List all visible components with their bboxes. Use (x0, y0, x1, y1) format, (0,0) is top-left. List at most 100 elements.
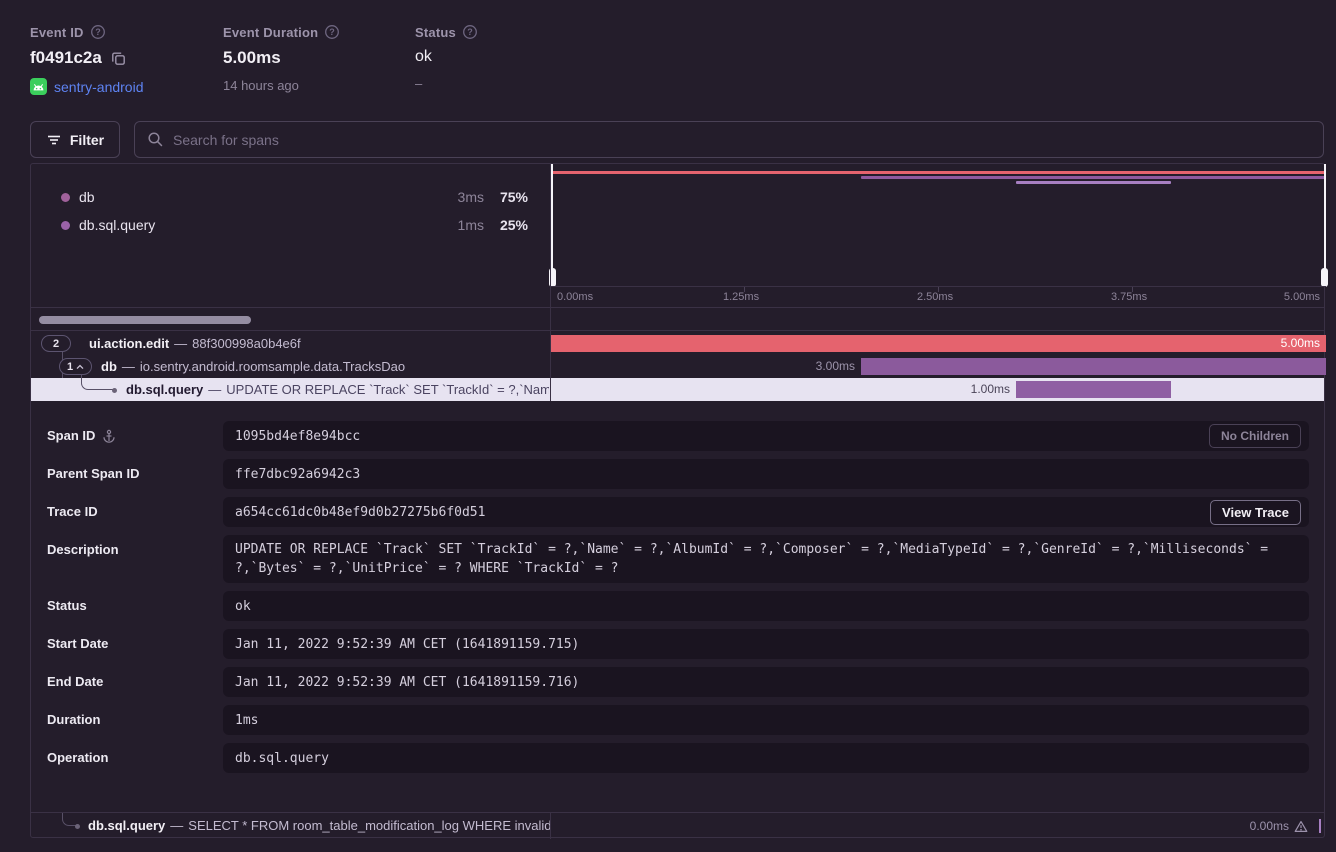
legend-op-name: db.sql.query (79, 217, 155, 233)
event-id-block: Event ID ? f0491c2a (30, 24, 144, 95)
event-id-label: Event ID (30, 25, 84, 40)
span-bar[interactable] (551, 335, 1326, 352)
help-icon[interactable]: ? (324, 24, 340, 40)
span-row-title: db—io.sentry.android.roomsample.data.Tra… (101, 355, 549, 378)
detail-label-end-date: End Date (47, 667, 103, 697)
waterfall-header-zone: db 3ms 75% db.sql.query 1ms 25% (31, 164, 1324, 308)
view-trace-button[interactable]: View Trace (1210, 500, 1301, 525)
project-link[interactable]: sentry-android (54, 79, 144, 95)
op-color-dot (61, 221, 70, 230)
detail-label-parent-span-id: Parent Span ID (47, 459, 139, 489)
detail-label-operation: Operation (47, 743, 108, 773)
duration-value-box: 1ms (223, 705, 1309, 735)
event-id-value: f0491c2a (30, 48, 102, 68)
filter-button[interactable]: Filter (30, 121, 120, 158)
time-axis: 0.00ms 1.25ms 2.50ms 3.75ms 5.00ms (551, 286, 1326, 308)
footer-divider (550, 813, 551, 839)
legend-duration: 1ms (424, 217, 484, 233)
span-id-value-box: 1095bd4ef8e94bcc No Children (223, 421, 1309, 451)
zero-duration-marker (1319, 819, 1321, 833)
span-row-footer-query[interactable]: db.sql.query—SELECT * FROM room_table_mo… (31, 812, 1324, 838)
help-icon[interactable]: ? (462, 24, 478, 40)
span-details-section: Span ID 1095bd4ef8e94bcc No Children Par… (31, 401, 1324, 812)
legend-item-db: db 3ms 75% (31, 185, 550, 209)
detail-label-status: Status (47, 591, 87, 621)
children-count-badge-collapsible[interactable]: 1 (59, 358, 92, 375)
status-label: Status (415, 25, 456, 40)
span-duration-label: 0.00ms (1250, 813, 1308, 839)
span-duration-label: 5.00ms (1281, 332, 1320, 355)
detail-label-start-date: Start Date (47, 629, 108, 659)
end-date-value-box: Jan 11, 2022 9:52:39 AM CET (1641891159.… (223, 667, 1309, 697)
span-search-box (134, 121, 1324, 158)
span-row-title: ui.action.edit—88f300998a0b4e6f (89, 332, 549, 355)
event-duration-label: Event Duration (223, 25, 318, 40)
span-row-transaction[interactable]: 2 ui.action.edit—88f300998a0b4e6f 5.00ms (31, 332, 1324, 355)
event-duration-value: 5.00ms (223, 48, 281, 68)
children-count-badge[interactable]: 2 (41, 335, 71, 352)
tree-connector-dot (75, 824, 80, 829)
filter-button-label: Filter (70, 132, 104, 148)
span-row-title: db.sql.query—SELECT * FROM room_table_mo… (88, 813, 550, 839)
status-sub: – (415, 76, 422, 91)
status-block: Status ? ok – (415, 24, 478, 91)
span-bar-track: 5.00ms (551, 332, 1326, 355)
minimap-span-query (1016, 181, 1171, 184)
legend-duration: 3ms (424, 189, 484, 205)
detail-label-trace-id: Trace ID (47, 497, 98, 527)
span-duration-label: 3.00ms (816, 355, 855, 378)
event-duration-block: Event Duration ? 5.00ms 14 hours ago (223, 24, 340, 93)
operation-value-box: db.sql.query (223, 743, 1309, 773)
span-bar[interactable] (861, 358, 1326, 375)
minimap-span-db (861, 176, 1326, 179)
legend-item-db-sql-query: db.sql.query 1ms 25% (31, 213, 550, 237)
copy-icon[interactable] (110, 50, 127, 67)
op-color-dot (61, 193, 70, 202)
minimap-span-transaction (551, 171, 1326, 174)
no-children-badge: No Children (1209, 424, 1301, 448)
status-value-box: ok (223, 591, 1309, 621)
minimap-right-grip[interactable] (1321, 268, 1328, 287)
svg-text:?: ? (467, 27, 473, 37)
trace-id-value-box: a654cc61dc0b48ef9d0b27275b6f0d51 View Tr… (223, 497, 1309, 527)
detail-label-span-id: Span ID (47, 421, 116, 451)
filter-icon (46, 132, 62, 148)
axis-tick-label: 2.50ms (917, 291, 953, 303)
span-waterfall-panel: db 3ms 75% db.sql.query 1ms 25% (30, 163, 1325, 838)
warning-icon (1294, 820, 1308, 833)
search-input[interactable] (173, 132, 1311, 148)
span-tree: 2 ui.action.edit—88f300998a0b4e6f 5.00ms… (31, 332, 1324, 401)
svg-text:?: ? (95, 27, 101, 37)
trace-minimap[interactable] (551, 164, 1326, 286)
status-value: ok (415, 48, 432, 66)
legend-percent: 25% (484, 217, 528, 233)
axis-tick-label: 0.00ms (557, 291, 593, 303)
tree-connector-dot (112, 388, 117, 393)
help-icon[interactable]: ? (90, 24, 106, 40)
parent-span-id-value-box: ffe7dbc92a6942c3 (223, 459, 1309, 489)
span-bar-track: 3.00ms (551, 355, 1326, 378)
tree-connector (81, 375, 114, 390)
span-row-title: db.sql.query—UPDATE OR REPLACE `Track` S… (126, 378, 549, 401)
svg-text:?: ? (330, 27, 336, 37)
legend-percent: 75% (484, 189, 528, 205)
start-date-value-box: Jan 11, 2022 9:52:39 AM CET (1641891159.… (223, 629, 1309, 659)
description-value-box: UPDATE OR REPLACE `Track` SET `TrackId` … (223, 535, 1309, 583)
panel-column-divider (550, 164, 551, 401)
span-row-query-selected[interactable]: db.sql.query—UPDATE OR REPLACE `Track` S… (31, 378, 1324, 401)
chevron-up-icon (76, 364, 84, 370)
span-duration-label: 1.00ms (971, 378, 1010, 401)
axis-tick-label: 3.75ms (1111, 291, 1147, 303)
horizontal-scrollbar[interactable] (39, 316, 251, 324)
horizontal-scroll-band (31, 309, 1324, 331)
legend-op-name: db (79, 189, 95, 205)
span-detail-page: Event ID ? f0491c2a (0, 0, 1336, 852)
event-age: 14 hours ago (223, 78, 299, 93)
span-row-db[interactable]: 1 db—io.sentry.android.roomsample.data.T… (31, 355, 1324, 378)
android-platform-icon (30, 78, 47, 95)
search-icon (147, 131, 164, 148)
anchor-icon[interactable] (102, 429, 116, 443)
axis-tick-label: 5.00ms (1284, 291, 1320, 303)
span-bar[interactable] (1016, 381, 1171, 398)
detail-label-description: Description (47, 535, 119, 565)
